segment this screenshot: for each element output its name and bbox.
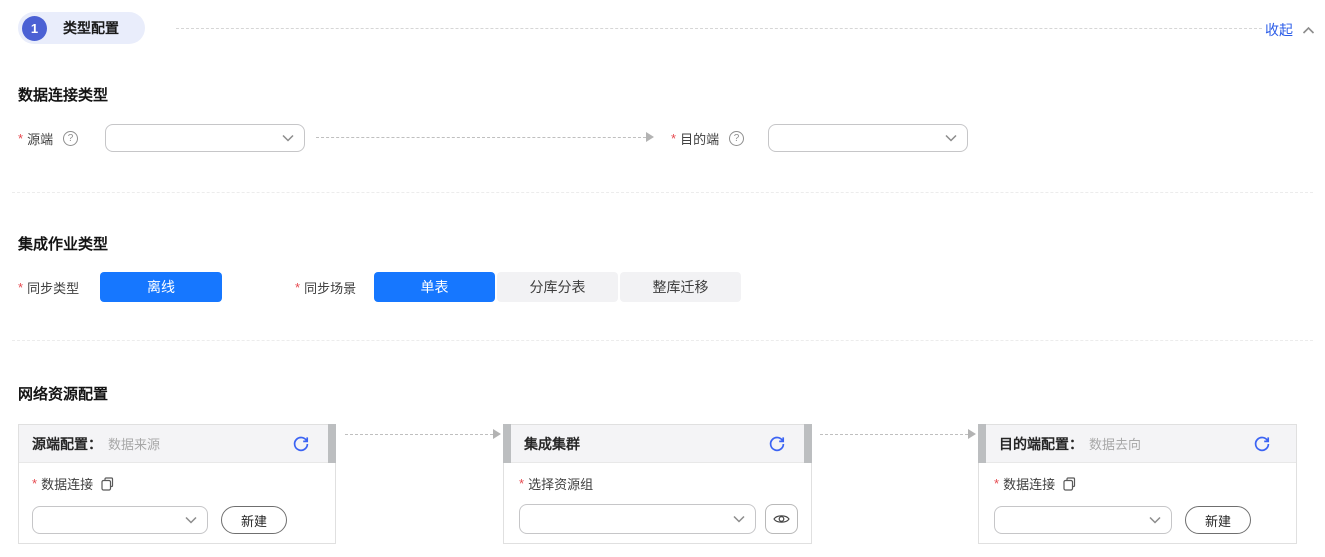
type-config-panel: 1 类型配置 收起 数据连接类型 * 源端 ? * 目的端 ? 集成作业类型 *… — [0, 0, 1325, 557]
view-resource-group-button[interactable] — [764, 504, 798, 534]
step-title: 类型配置 — [63, 20, 119, 36]
collapse-toggle[interactable]: 收起 — [1265, 20, 1315, 40]
copy-icon[interactable] — [1063, 476, 1076, 491]
required-mark: * — [295, 279, 301, 295]
card-title: 目的端配置： — [999, 435, 1083, 452]
resource-group-label: * 选择资源组 — [519, 476, 594, 492]
collapse-label[interactable]: 收起 — [1265, 20, 1293, 40]
network-config-heading: 网络资源配置 — [18, 386, 109, 403]
create-connection-button[interactable]: 新建 — [1185, 506, 1251, 534]
section-divider — [12, 192, 1313, 193]
source-connection-select[interactable] — [32, 506, 208, 534]
source-card-header: 源端配置： 数据来源 — [19, 424, 336, 463]
chevron-down-icon — [185, 516, 197, 524]
required-mark: * — [671, 130, 677, 146]
refresh-icon[interactable] — [767, 434, 787, 454]
sync-type-option-offline[interactable]: 离线 — [100, 272, 222, 302]
card-title: 集成集群 — [524, 435, 580, 452]
cluster-card-header: 集成集群 — [503, 424, 812, 463]
create-connection-button[interactable]: 新建 — [221, 506, 287, 534]
card-subtitle: 数据来源 — [108, 437, 161, 452]
job-type-heading: 集成作业类型 — [18, 236, 109, 253]
dest-card-header: 目的端配置： 数据去向 — [978, 424, 1296, 463]
chevron-down-icon — [1149, 516, 1161, 524]
step-header: 1 类型配置 — [18, 12, 145, 44]
card-connector — [345, 434, 493, 435]
sync-type-label: * 同步类型 — [18, 279, 80, 296]
copy-icon[interactable] — [101, 476, 114, 491]
required-mark: * — [18, 130, 24, 146]
step-number-badge: 1 — [22, 15, 47, 41]
dest-config-card: 目的端配置： 数据去向 * 数据连接 新建 — [978, 424, 1297, 544]
sync-scene-option-single-table[interactable]: 单表 — [374, 272, 495, 302]
source-field-label: * 源端 ? — [18, 124, 79, 152]
sync-scene-option-sharded[interactable]: 分库分表 — [497, 272, 618, 302]
card-connector — [820, 434, 968, 435]
chevron-up-icon[interactable] — [1302, 26, 1315, 35]
source-type-select[interactable] — [105, 124, 305, 152]
resource-group-select[interactable] — [519, 504, 756, 534]
refresh-icon[interactable] — [291, 434, 311, 454]
card-title: 源端配置： — [32, 435, 102, 452]
header-dashed-line — [176, 28, 1262, 29]
connection-port — [978, 424, 986, 463]
eye-icon — [773, 513, 790, 525]
chevron-down-icon — [282, 134, 294, 142]
chevron-down-icon — [945, 134, 957, 142]
connector-arrowhead — [493, 429, 501, 439]
source-dest-connector — [316, 137, 646, 138]
section-divider — [12, 340, 1313, 341]
connector-arrowhead — [646, 132, 654, 142]
dest-connection-select[interactable] — [994, 506, 1172, 534]
required-mark: * — [18, 279, 24, 295]
cluster-card: 集成集群 * 选择资源组 — [503, 424, 812, 544]
data-connection-label: * 数据连接 — [32, 474, 322, 493]
source-config-card: 源端配置： 数据来源 * 数据连接 新建 — [18, 424, 336, 544]
connector-arrowhead — [968, 429, 976, 439]
connection-port — [804, 424, 812, 463]
required-mark: * — [994, 476, 1000, 491]
chevron-down-icon — [733, 515, 745, 523]
connection-port — [328, 424, 336, 463]
required-mark: * — [519, 476, 525, 491]
sync-scene-button-group: 单表 分库分表 整库迁移 — [374, 272, 741, 302]
help-icon[interactable]: ? — [729, 130, 745, 146]
refresh-icon[interactable] — [1252, 434, 1272, 454]
card-subtitle: 数据去向 — [1089, 437, 1142, 452]
dest-type-select[interactable] — [768, 124, 968, 152]
connection-type-heading: 数据连接类型 — [18, 87, 109, 104]
help-icon[interactable]: ? — [63, 130, 79, 146]
connection-port — [503, 424, 511, 463]
sync-scene-option-whole-db[interactable]: 整库迁移 — [620, 272, 741, 302]
dest-field-label: * 目的端 ? — [671, 124, 745, 152]
required-mark: * — [32, 476, 38, 491]
data-connection-label: * 数据连接 — [994, 474, 1283, 493]
sync-scene-label: * 同步场景 — [295, 279, 357, 296]
